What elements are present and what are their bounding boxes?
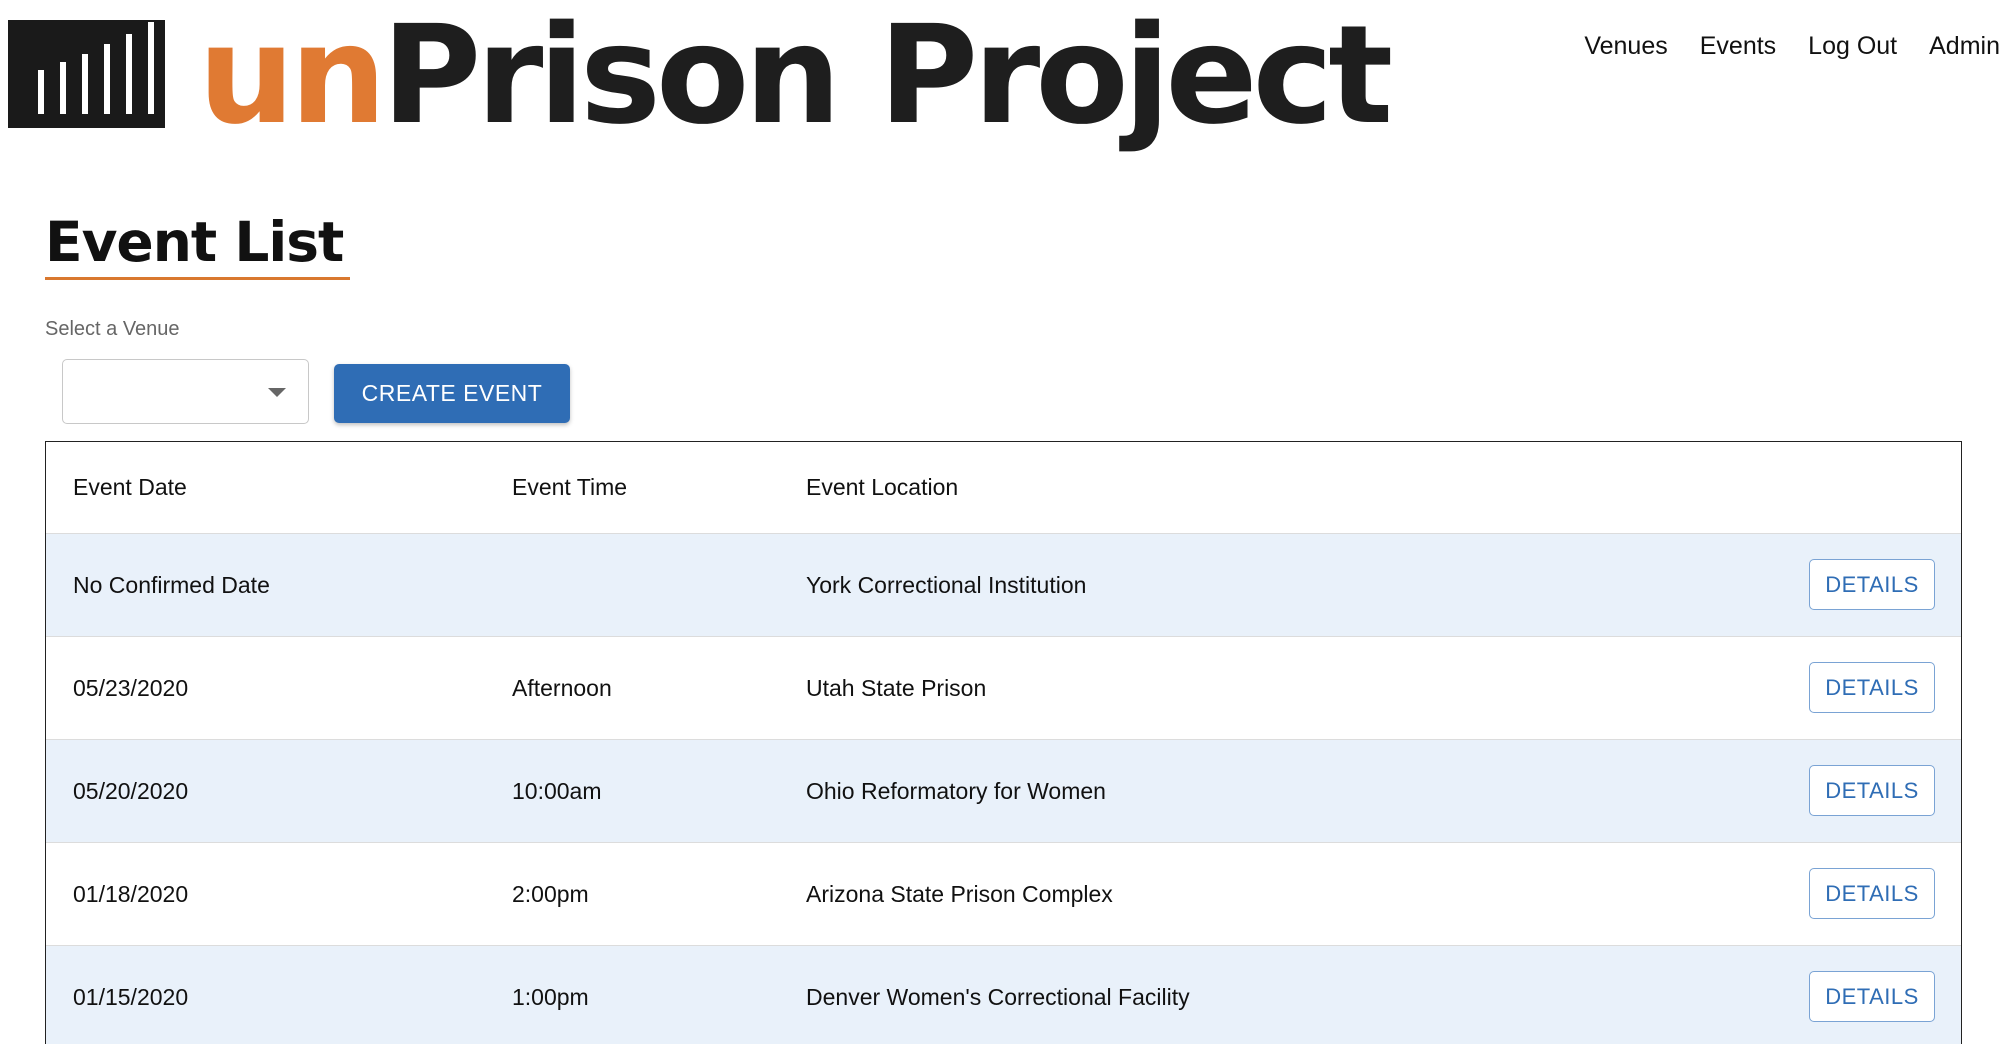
venue-select[interactable] xyxy=(62,359,309,424)
prison-bars-logo-icon xyxy=(8,20,165,128)
events-table: Event Date Event Time Event Location No … xyxy=(45,441,1962,1044)
table-row: 01/18/2020 2:00pm Arizona State Prison C… xyxy=(46,843,1961,946)
table-header: Event Date Event Time Event Location xyxy=(46,442,1961,534)
nav-admin-link[interactable]: Admin xyxy=(1929,32,2000,61)
details-button[interactable]: DETAILS xyxy=(1809,971,1935,1022)
top-nav: Venues Events Log Out Admin xyxy=(1552,32,2000,61)
event-date: 05/23/2020 xyxy=(73,675,189,701)
table-row: 05/23/2020 Afternoon Utah State Prison D… xyxy=(46,637,1961,740)
title-underline xyxy=(45,277,350,280)
event-location: Ohio Reformatory for Women xyxy=(806,778,1106,804)
chevron-down-icon xyxy=(268,388,286,397)
table-row: No Confirmed Date York Correctional Inst… xyxy=(46,534,1961,637)
details-button[interactable]: DETAILS xyxy=(1809,765,1935,816)
brand-name: Prison Project xyxy=(381,0,1394,155)
nav-logout-link[interactable]: Log Out xyxy=(1808,32,1897,61)
column-header-date: Event Date xyxy=(73,474,187,500)
details-button[interactable]: DETAILS xyxy=(1809,868,1935,919)
event-time: Afternoon xyxy=(512,675,612,701)
event-date: 01/15/2020 xyxy=(73,984,189,1010)
brand-prefix: un xyxy=(198,0,387,155)
event-location: Denver Women's Correctional Facility xyxy=(806,984,1190,1010)
event-time: 10:00am xyxy=(512,778,602,804)
create-event-button[interactable]: CREATE EVENT xyxy=(334,364,570,423)
table-row: 01/15/2020 1:00pm Denver Women's Correct… xyxy=(46,946,1961,1044)
event-date: 01/18/2020 xyxy=(73,881,189,907)
event-time: 2:00pm xyxy=(512,881,589,907)
brand-wordmark: unPrison Project xyxy=(198,8,1393,144)
event-location: Arizona State Prison Complex xyxy=(806,881,1113,907)
table-row: 05/20/2020 10:00am Ohio Reformatory for … xyxy=(46,740,1961,843)
column-header-time: Event Time xyxy=(512,474,628,500)
event-location: Utah State Prison xyxy=(806,675,987,701)
venue-select-label: Select a Venue xyxy=(45,318,180,340)
nav-venues-link[interactable]: Venues xyxy=(1584,32,1667,61)
column-header-location: Event Location xyxy=(806,474,959,500)
page-title: Event List xyxy=(45,210,344,274)
event-date: 05/20/2020 xyxy=(73,778,189,804)
event-date: No Confirmed Date xyxy=(73,572,270,598)
details-button[interactable]: DETAILS xyxy=(1809,662,1935,713)
nav-events-link[interactable]: Events xyxy=(1700,32,1776,61)
event-time: 1:00pm xyxy=(512,984,589,1010)
event-location: York Correctional Institution xyxy=(806,572,1087,598)
details-button[interactable]: DETAILS xyxy=(1809,559,1935,610)
